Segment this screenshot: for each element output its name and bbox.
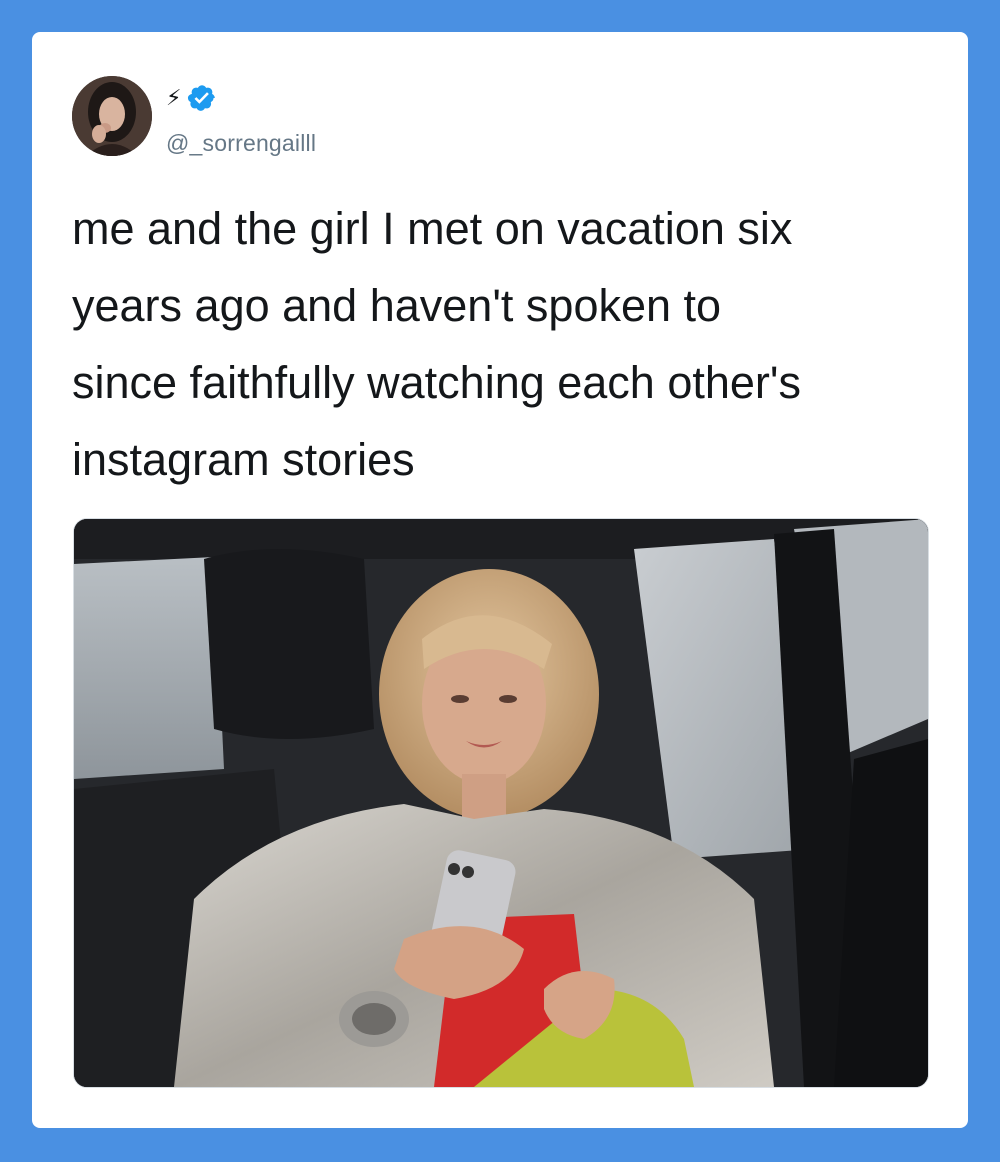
display-name[interactable]: ⚡ [166, 84, 181, 112]
author-name-row: ⚡ [166, 82, 217, 114]
photo-icon [74, 519, 928, 1087]
tweet-media-image[interactable] [73, 518, 929, 1088]
avatar-image [72, 76, 152, 156]
tweet-text: me and the girl I met on vacation six ye… [72, 203, 801, 485]
tweet-card: ⚡ @_sorrengailll me and the girl I met o… [32, 32, 968, 1128]
verified-badge-icon [187, 83, 217, 113]
author-handle[interactable]: @_sorrengailll [166, 128, 316, 158]
user-avatar[interactable] [72, 76, 152, 156]
